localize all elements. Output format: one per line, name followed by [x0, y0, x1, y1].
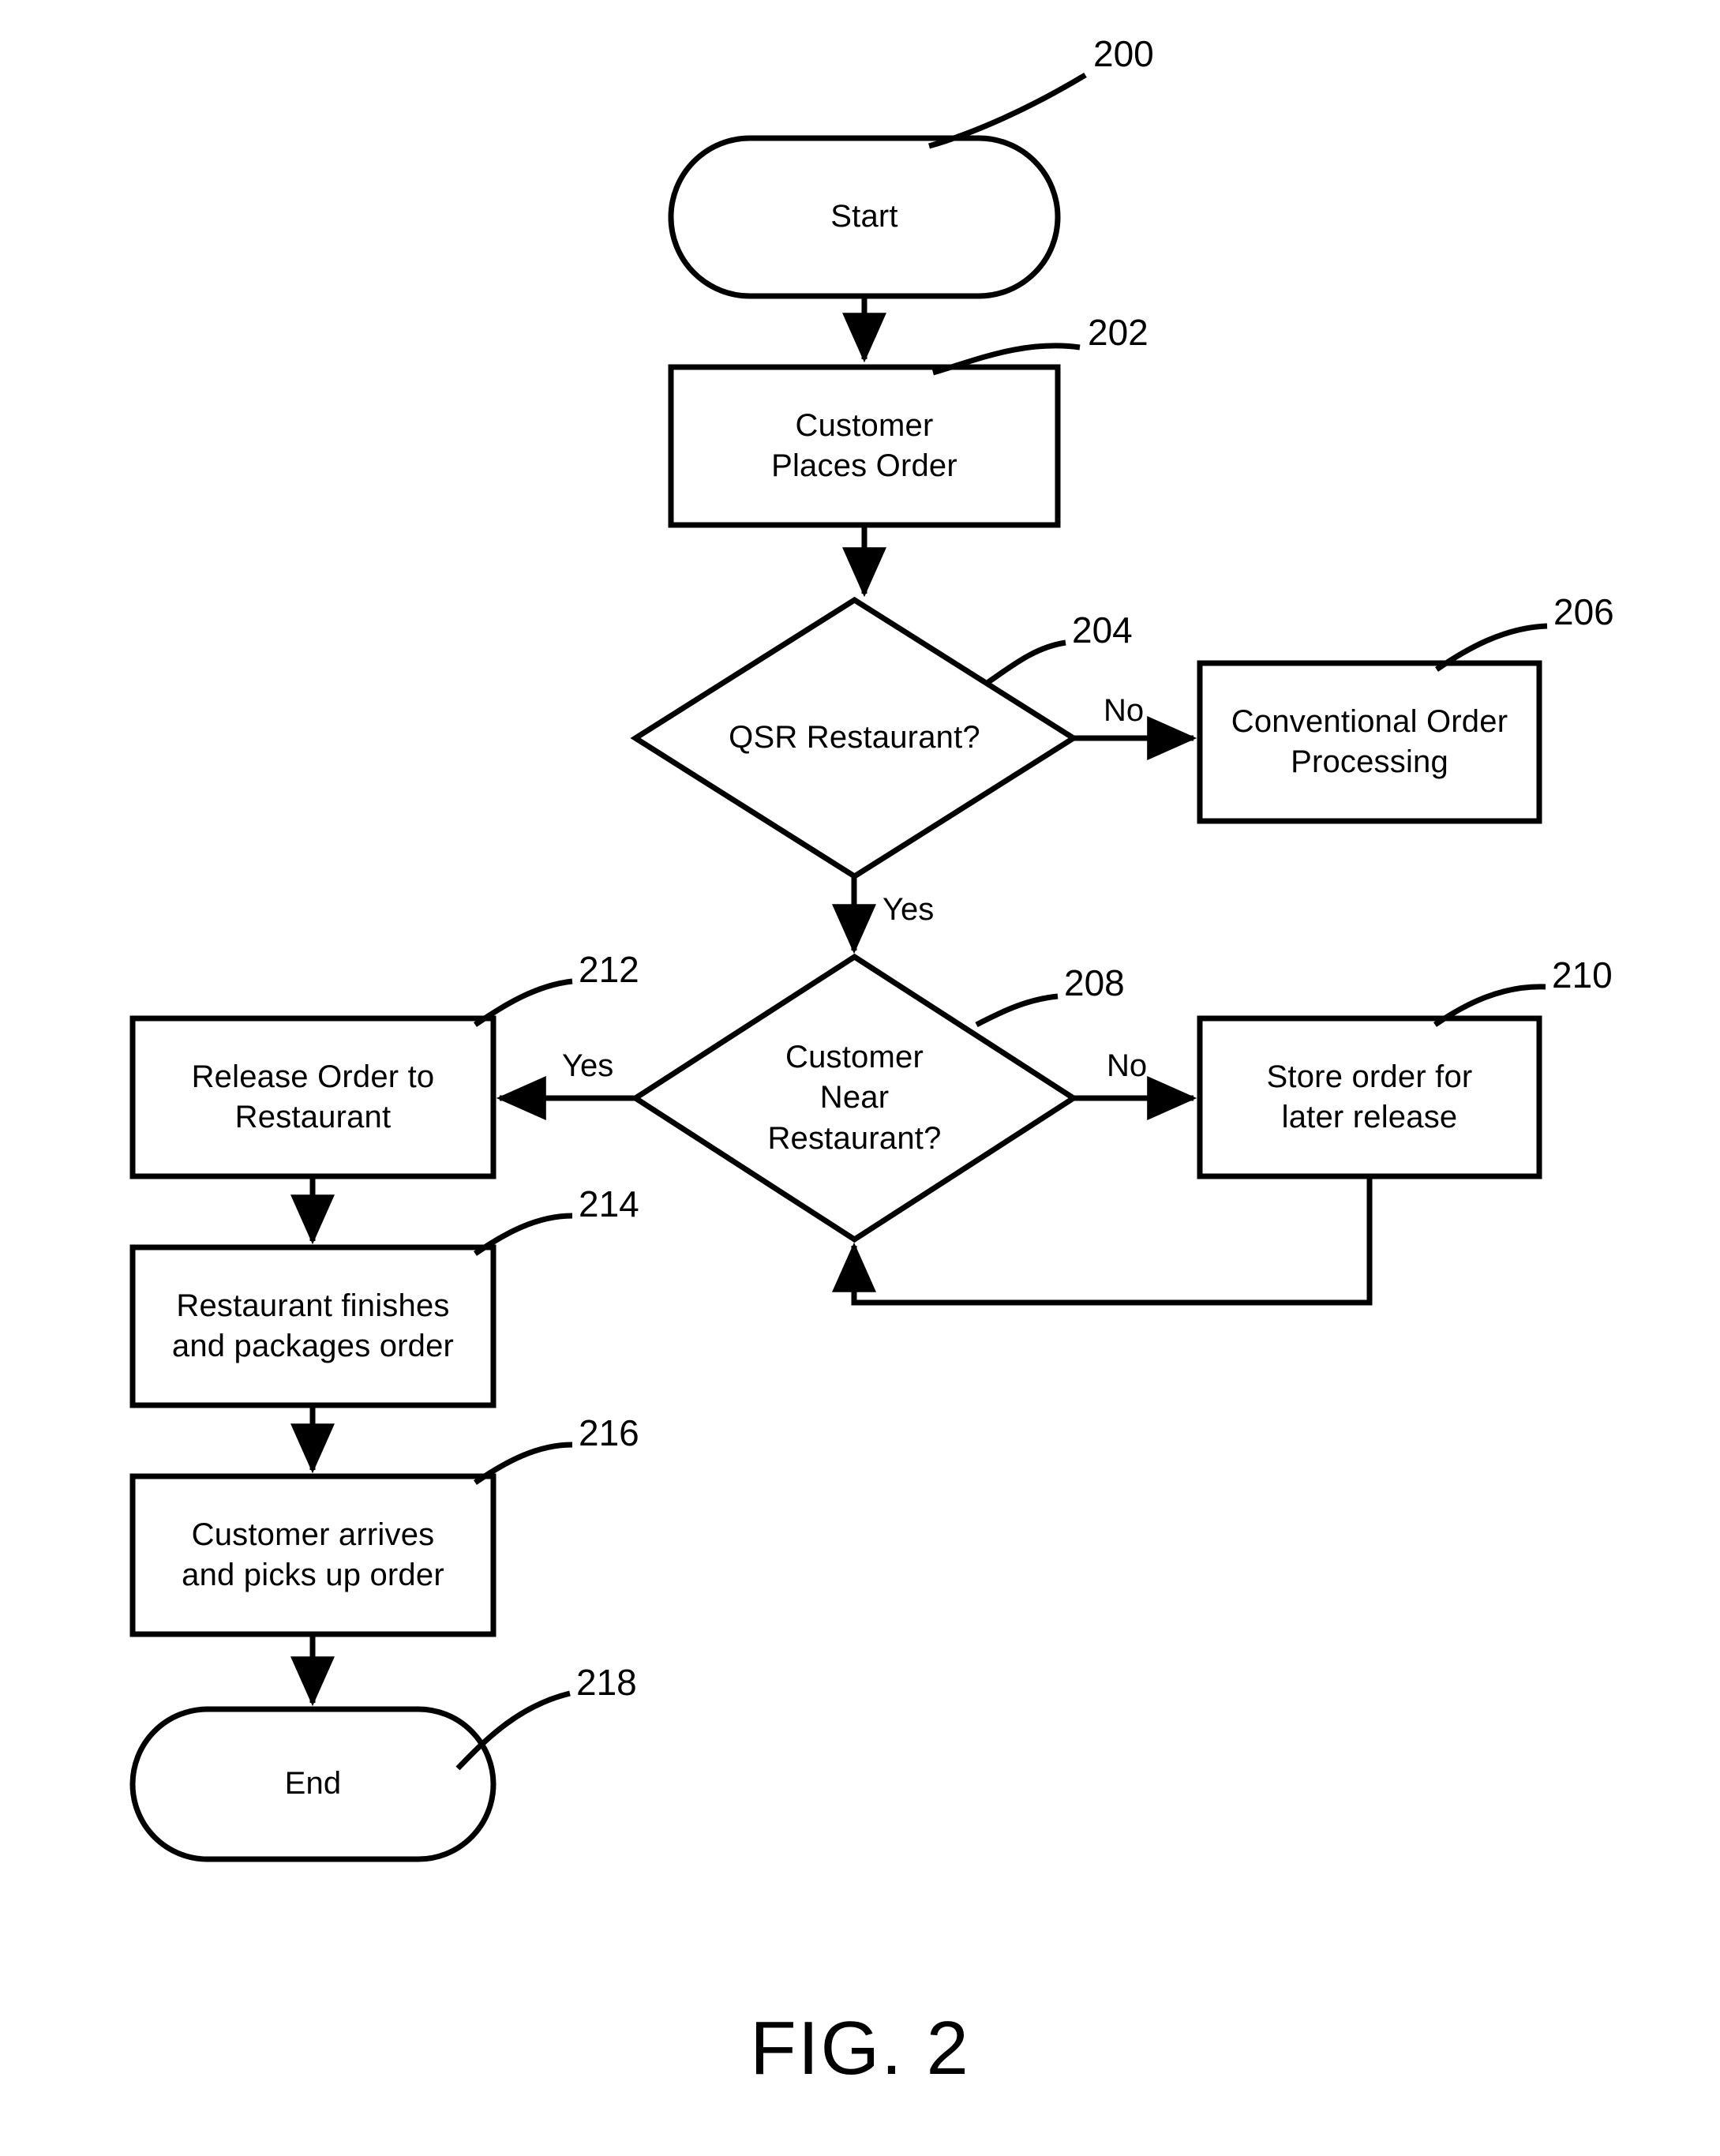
edge-label-qsr-no: No: [1104, 693, 1145, 728]
reference-numeral-204: 204: [1072, 609, 1133, 651]
leader-line-212: [474, 978, 573, 1027]
shape-conventional-order-processing: [1197, 660, 1542, 824]
reference-numeral-206: 206: [1553, 591, 1614, 632]
leader-line-208: [975, 993, 1059, 1028]
shape-customer-near-restaurant: [630, 953, 1079, 1243]
edge-store-order-for-later-release-feedback-loop: [832, 1176, 1373, 1306]
shape-qsr-restaurant: [630, 596, 1079, 880]
figure-caption: FIG. 2: [750, 2006, 970, 2090]
shape-end: [129, 1706, 497, 1862]
shape-release-order-to-restaurant: [129, 1015, 497, 1179]
patent-figure-page: Start Customer Places Order QSR Restaura…: [0, 0, 1720, 2156]
reference-numeral-202: 202: [1088, 312, 1149, 353]
leader-line-204: [987, 639, 1066, 684]
edge-label-qsr-yes: Yes: [882, 892, 935, 927]
reference-numeral-218: 218: [576, 1662, 637, 1703]
reference-numeral-212: 212: [579, 949, 639, 990]
edge-label-near-no: No: [1107, 1048, 1148, 1083]
reference-numeral-200: 200: [1093, 33, 1154, 74]
reference-numeral-210: 210: [1552, 954, 1613, 996]
reference-numeral-214: 214: [579, 1183, 639, 1224]
shape-store-order-for-later-release: [1197, 1015, 1542, 1179]
shape-restaurant-finishes-and-packages-order: [129, 1244, 497, 1408]
reference-numeral-208: 208: [1064, 962, 1125, 1003]
shape-customer-places-order: [668, 364, 1061, 528]
flowchart-canvas: [129, 72, 1548, 1862]
shape-start: [668, 135, 1061, 299]
reference-numeral-216: 216: [579, 1412, 639, 1453]
shape-customer-arrives-and-picks-up-order: [129, 1473, 497, 1637]
edge-label-near-yes: Yes: [562, 1048, 614, 1083]
